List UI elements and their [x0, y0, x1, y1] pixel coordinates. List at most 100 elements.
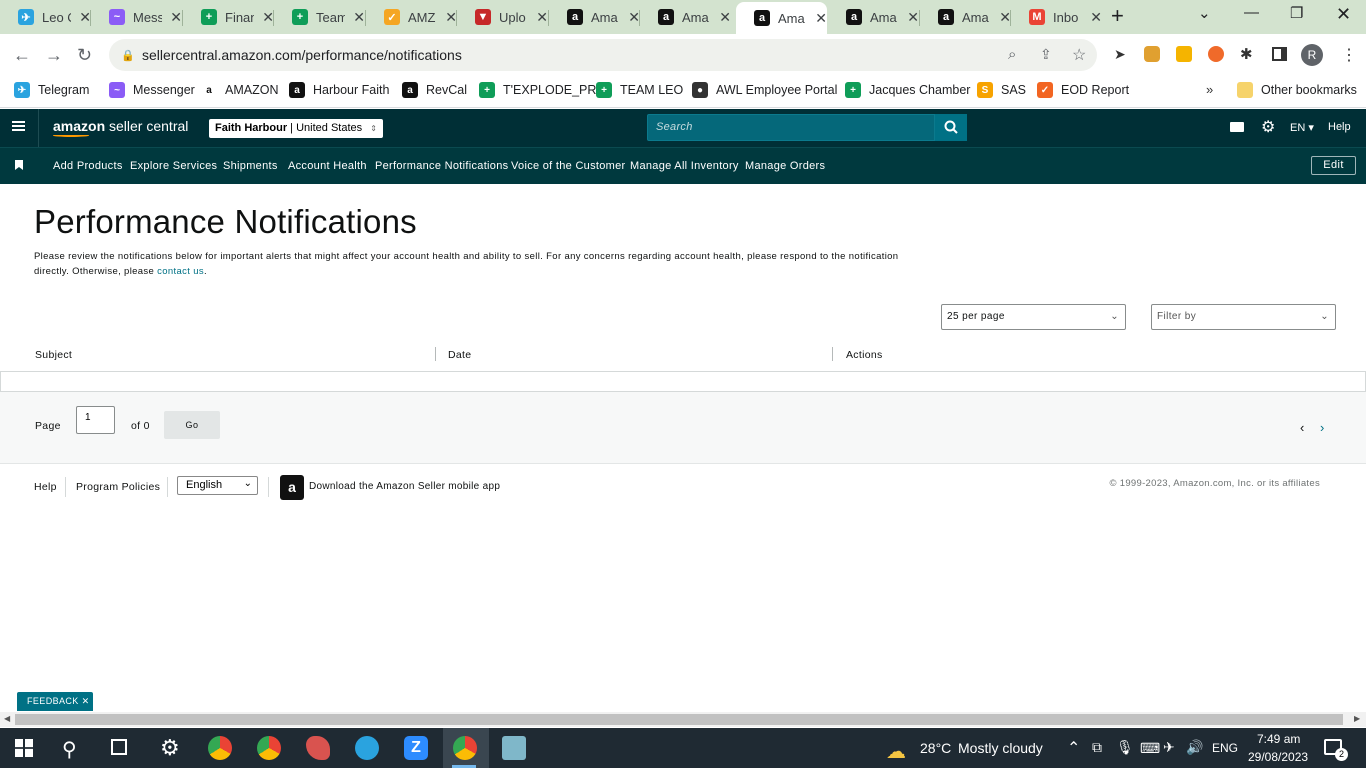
close-tab-icon[interactable]: ✕	[815, 10, 827, 27]
browser-tab[interactable]: a Ama ✕	[549, 4, 640, 30]
search-taskbar-icon[interactable]: ⚲	[62, 737, 77, 762]
scroll-left-icon[interactable]: ◀	[4, 714, 10, 723]
minimize-button[interactable]: —	[1244, 4, 1259, 21]
per-page-select[interactable]: 25 per page ⌄	[941, 304, 1126, 330]
browser-tab[interactable]: a Ama ✕	[920, 4, 1011, 30]
extension-arrow-icon[interactable]: ➤	[1114, 46, 1126, 63]
keyboard-icon[interactable]: ⌨	[1140, 740, 1160, 757]
amazon-app-icon[interactable]: a	[280, 475, 304, 500]
weather-cloud-icon[interactable]: ☁	[886, 739, 906, 764]
browser-tab[interactable]: + Finan ✕	[183, 4, 274, 30]
prev-page-icon[interactable]: ‹	[1300, 420, 1304, 435]
settings-gear-icon[interactable]: ⚙	[1261, 117, 1275, 137]
next-page-icon[interactable]: ›	[1320, 420, 1324, 435]
program-policies-link[interactable]: Program Policies	[76, 481, 160, 493]
search-button[interactable]	[935, 114, 967, 141]
new-tab-button[interactable]: +	[1111, 3, 1124, 29]
bookmark-item[interactable]: a AMAZON	[201, 82, 278, 98]
extension-circle-icon[interactable]	[1208, 46, 1224, 62]
chrome-taskbar-icon[interactable]	[453, 736, 477, 760]
microphone-icon[interactable]: 🎙	[1116, 739, 1134, 756]
feedback-button[interactable]: FEEDBACK ✕	[17, 692, 93, 711]
extension-honey-icon[interactable]	[1144, 46, 1160, 62]
bookmark-item[interactable]: a Harbour Faith	[289, 82, 389, 98]
bookmark-item[interactable]: ✓ EOD Report	[1037, 82, 1129, 98]
close-icon[interactable]: ✕	[82, 696, 90, 706]
bookmark-star-icon[interactable]: ☆	[1072, 45, 1086, 65]
close-tab-icon[interactable]: ✕	[719, 9, 731, 26]
extension-boost-icon[interactable]	[1176, 46, 1192, 62]
nav-link[interactable]: Manage Orders	[745, 160, 825, 172]
close-tab-icon[interactable]: ✕	[536, 9, 548, 26]
clock-date[interactable]: 29/08/2023	[1248, 750, 1308, 764]
seller-central-logo[interactable]: amazon seller central	[53, 118, 188, 134]
account-switcher[interactable]: Faith Harbour | United States ⇕	[209, 119, 383, 138]
browser-tab[interactable]: ▼ Uplo ✕	[457, 4, 548, 30]
close-tab-icon[interactable]: ✕	[170, 9, 182, 26]
browser-tab[interactable]: a Ama ✕	[828, 4, 919, 30]
close-tab-icon[interactable]: ✕	[907, 9, 919, 26]
more-bookmarks-icon[interactable]: »	[1206, 82, 1213, 97]
task-view-icon[interactable]	[111, 739, 127, 755]
back-icon[interactable]: ←	[13, 45, 31, 66]
clock-time[interactable]: 7:49 am	[1257, 732, 1300, 746]
network-icon[interactable]: ✈	[1163, 739, 1175, 756]
profile-avatar[interactable]: R	[1301, 44, 1323, 66]
footer-help-link[interactable]: Help	[34, 481, 57, 493]
mail-icon[interactable]	[1230, 122, 1244, 132]
search-input[interactable]: Search	[647, 114, 935, 141]
filter-select[interactable]: Filter by ⌄	[1151, 304, 1336, 330]
notepad-taskbar-icon[interactable]	[502, 736, 526, 760]
zoom-icon[interactable]: ⌕	[1008, 46, 1016, 63]
camera-icon[interactable]: ⧉	[1092, 739, 1102, 756]
nav-link[interactable]: Manage All Inventory	[630, 160, 739, 172]
bookmark-item[interactable]: + T'EXPLODE_PR	[479, 82, 596, 98]
close-tab-icon[interactable]: ✕	[1090, 9, 1102, 26]
bookmark-item[interactable]: ● AWL Employee Portal	[692, 82, 837, 98]
chevron-up-icon[interactable]: ⌃	[1067, 738, 1080, 758]
bookmark-item[interactable]: ~ Messenger	[109, 82, 195, 98]
zoom-taskbar-icon[interactable]: Z	[404, 736, 428, 760]
browser-tab[interactable]: ✓ AMZ ✕	[366, 4, 457, 30]
browser-tab[interactable]: a Ama ✕	[640, 4, 731, 30]
download-app-link[interactable]: Download the Amazon Seller mobile app	[309, 481, 500, 492]
reload-icon[interactable]: ↻	[77, 45, 92, 66]
other-bookmarks[interactable]: Other bookmarks	[1237, 82, 1357, 98]
go-button[interactable]: Go	[164, 411, 220, 439]
close-window-button[interactable]: ✕	[1336, 4, 1351, 25]
language-selector[interactable]: EN ▾	[1290, 121, 1314, 134]
bookmark-item[interactable]: + Jacques Chamber	[845, 82, 970, 98]
bookmark-item[interactable]: a RevCal	[402, 82, 467, 98]
browser-tab[interactable]: a Ama ✕	[736, 2, 827, 34]
chrome-taskbar-icon[interactable]	[257, 736, 281, 760]
footer-language-select[interactable]: English ⌄	[177, 476, 258, 495]
scrollbar-thumb[interactable]	[15, 714, 1343, 725]
browser-tab[interactable]: ✈Leo C✕	[0, 4, 91, 30]
column-divider[interactable]	[435, 347, 436, 361]
header-help-link[interactable]: Help	[1328, 121, 1351, 133]
nav-link[interactable]: Shipments	[223, 160, 278, 172]
restore-button[interactable]: ❐	[1290, 4, 1303, 22]
extensions-puzzle-icon[interactable]: ✱	[1240, 45, 1253, 63]
chrome-menu-icon[interactable]: ⋮	[1341, 45, 1357, 65]
side-panel-icon[interactable]	[1272, 47, 1287, 61]
nav-link[interactable]: Performance Notifications	[375, 160, 508, 172]
page-number-input[interactable]: 1	[76, 406, 115, 434]
nav-link[interactable]: Explore Services	[130, 160, 217, 172]
share-icon[interactable]: ⇪	[1040, 46, 1052, 63]
contact-us-link[interactable]: contact us	[157, 266, 204, 277]
scroll-right-icon[interactable]: ▶	[1354, 714, 1360, 723]
nav-link[interactable]: Add Products	[53, 160, 123, 172]
close-tab-icon[interactable]: ✕	[353, 9, 365, 26]
column-divider[interactable]	[832, 347, 833, 361]
input-language[interactable]: ENG	[1212, 741, 1238, 755]
bookmark-item[interactable]: + TEAM LEO	[596, 82, 683, 98]
nav-link[interactable]: Account Health	[288, 160, 367, 172]
bookmark-item[interactable]: S SAS	[977, 82, 1026, 98]
hamburger-menu-icon[interactable]	[12, 121, 25, 123]
browser-tab[interactable]: + Team ✕	[274, 4, 365, 30]
browser-tab[interactable]: M Inbo ✕	[1011, 4, 1102, 30]
nav-link[interactable]: Voice of the Customer	[511, 160, 626, 172]
tab-search-icon[interactable]: ⌄	[1198, 4, 1211, 22]
volume-icon[interactable]: 🔊	[1186, 739, 1203, 756]
